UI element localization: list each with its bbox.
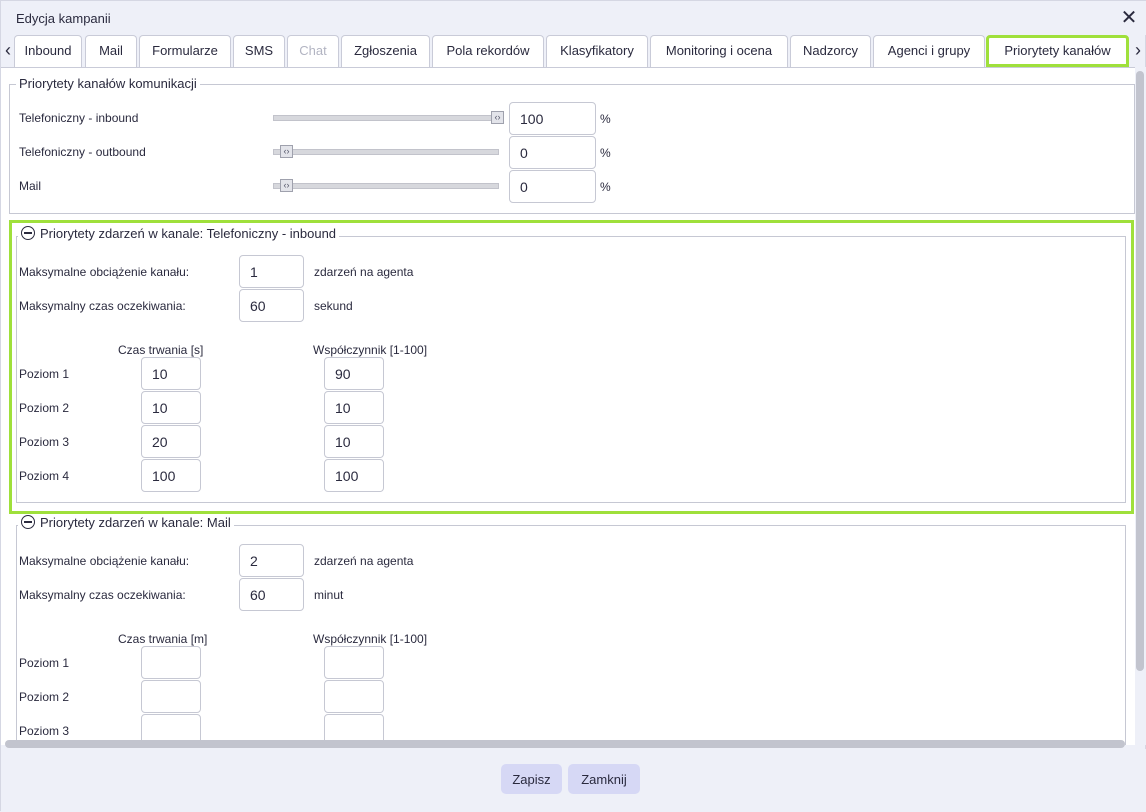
level-4-factor-input[interactable] xyxy=(324,459,384,492)
campaign-edit-dialog: Edycja kampanii ✕ ‹ Inbound Mail Formula… xyxy=(0,0,1146,812)
dialog-footer: Zapisz Zamknij xyxy=(1,749,1146,812)
max-load-label: Maksymalne obciążenie kanału: xyxy=(19,265,190,279)
channel-label-phone-inbound: Telefoniczny - inbound xyxy=(19,111,139,125)
tab-sms[interactable]: SMS xyxy=(233,35,285,67)
max-wait-unit: sekund xyxy=(314,299,353,313)
level-3-duration-input[interactable] xyxy=(141,425,201,458)
slider-grip-icon[interactable]: ‹› xyxy=(280,145,293,158)
horizontal-scrollbar[interactable] xyxy=(5,740,1125,748)
tab-agenci-i-grupy[interactable]: Agenci i grupy xyxy=(873,35,985,67)
channel-input-phone-inbound[interactable] xyxy=(509,102,596,135)
max-wait-label: Maksymalny czas oczekiwania: xyxy=(19,299,186,313)
tab-bar: ‹ Inbound Mail Formularze SMS Chat Zgłos… xyxy=(1,35,1146,67)
tab-klasyfikatory[interactable]: Klasyfikatory xyxy=(546,35,648,67)
tab-zgloszenia[interactable]: Zgłoszenia xyxy=(341,35,430,67)
mail-level-1-duration-input[interactable] xyxy=(141,646,201,679)
tab-inbound[interactable]: Inbound xyxy=(14,35,82,67)
level-4-duration-input[interactable] xyxy=(141,459,201,492)
close-icon[interactable]: ✕ xyxy=(1118,7,1140,29)
slider-grip-icon[interactable]: ‹› xyxy=(280,179,293,192)
phone-inbound-legend[interactable]: Priorytety zdarzeń w kanale: Telefoniczn… xyxy=(18,226,340,241)
collapse-minus-icon[interactable] xyxy=(21,515,35,529)
phone-inbound-legend-text: Priorytety zdarzeń w kanale: Telefoniczn… xyxy=(40,226,337,241)
level-label: Poziom 3 xyxy=(19,435,70,449)
col-duration-header: Czas trwania [s] xyxy=(118,343,204,357)
level-2-factor-input[interactable] xyxy=(324,391,384,424)
max-wait-input[interactable] xyxy=(239,289,304,322)
tab-nadzorcy[interactable]: Nadzorcy xyxy=(790,35,871,67)
save-button[interactable]: Zapisz xyxy=(501,764,562,794)
col-factor-header: Współczynnik [1-100] xyxy=(313,343,428,357)
percent-unit: % xyxy=(600,112,611,126)
vertical-scrollbar-thumb[interactable] xyxy=(1136,71,1144,671)
mail-max-load-input[interactable] xyxy=(239,544,304,577)
level-label: Poziom 4 xyxy=(19,469,70,483)
channel-priorities-legend: Priorytety kanałów komunikacji xyxy=(16,76,200,91)
tab-mail[interactable]: Mail xyxy=(85,35,137,67)
mail-col-duration-header: Czas trwania [m] xyxy=(118,632,208,646)
dialog-titlebar: Edycja kampanii ✕ xyxy=(1,1,1146,35)
level-label: Poziom 2 xyxy=(19,401,70,415)
max-load-unit: zdarzeń na agenta xyxy=(314,265,414,279)
channel-label-mail: Mail xyxy=(19,179,42,193)
dialog-title: Edycja kampanii xyxy=(16,11,111,26)
collapse-minus-icon[interactable] xyxy=(21,226,35,240)
max-load-input[interactable] xyxy=(239,255,304,288)
tab-formularze[interactable]: Formularze xyxy=(139,35,231,67)
mail-level-2-factor-input[interactable] xyxy=(324,680,384,713)
mail-col-factor-header: Współczynnik [1-100] xyxy=(313,632,428,646)
slider-phone-outbound[interactable] xyxy=(273,149,499,155)
tab-monitoring-i-ocena[interactable]: Monitoring i ocena xyxy=(650,35,788,67)
channel-label-phone-outbound: Telefoniczny - outbound xyxy=(19,145,146,159)
mail-max-wait-unit: minut xyxy=(314,588,344,602)
chevron-right-icon[interactable]: › xyxy=(1131,39,1145,63)
level-3-factor-input[interactable] xyxy=(324,425,384,458)
mail-level-2-duration-input[interactable] xyxy=(141,680,201,713)
level-1-factor-input[interactable] xyxy=(324,357,384,390)
mail-max-load-unit: zdarzeń na agenta xyxy=(314,554,414,568)
mail-level-label: Poziom 3 xyxy=(19,724,70,738)
tab-chat: Chat xyxy=(287,35,339,67)
level-label: Poziom 1 xyxy=(19,367,70,381)
mail-level-1-factor-input[interactable] xyxy=(324,646,384,679)
percent-unit: % xyxy=(600,146,611,160)
mail-level-label: Poziom 1 xyxy=(19,656,70,670)
tab-pola-rekordow[interactable]: Pola rekordów xyxy=(432,35,544,67)
mail-legend-text: Priorytety zdarzeń w kanale: Mail xyxy=(40,515,231,530)
level-2-duration-input[interactable] xyxy=(141,391,201,424)
tab-priorytety-kanalow[interactable]: Priorytety kanałów xyxy=(986,35,1129,67)
percent-unit: % xyxy=(600,180,611,194)
mail-level-label: Poziom 2 xyxy=(19,690,70,704)
channel-input-phone-outbound[interactable] xyxy=(509,136,596,169)
mail-max-load-label: Maksymalne obciążenie kanału: xyxy=(19,554,190,568)
mail-max-wait-input[interactable] xyxy=(239,578,304,611)
chevron-left-icon[interactable]: ‹ xyxy=(1,39,15,63)
level-1-duration-input[interactable] xyxy=(141,357,201,390)
mail-max-wait-label: Maksymalny czas oczekiwania: xyxy=(19,588,186,602)
slider-phone-inbound[interactable] xyxy=(273,115,499,121)
slider-mail[interactable] xyxy=(273,183,499,189)
mail-legend[interactable]: Priorytety zdarzeń w kanale: Mail xyxy=(18,515,234,530)
channel-input-mail[interactable] xyxy=(509,170,596,203)
tab-content: Priorytety kanałów komunikacji Telefonic… xyxy=(1,67,1135,745)
slider-grip-icon[interactable]: ‹› xyxy=(491,111,504,124)
close-button[interactable]: Zamknij xyxy=(568,764,640,794)
